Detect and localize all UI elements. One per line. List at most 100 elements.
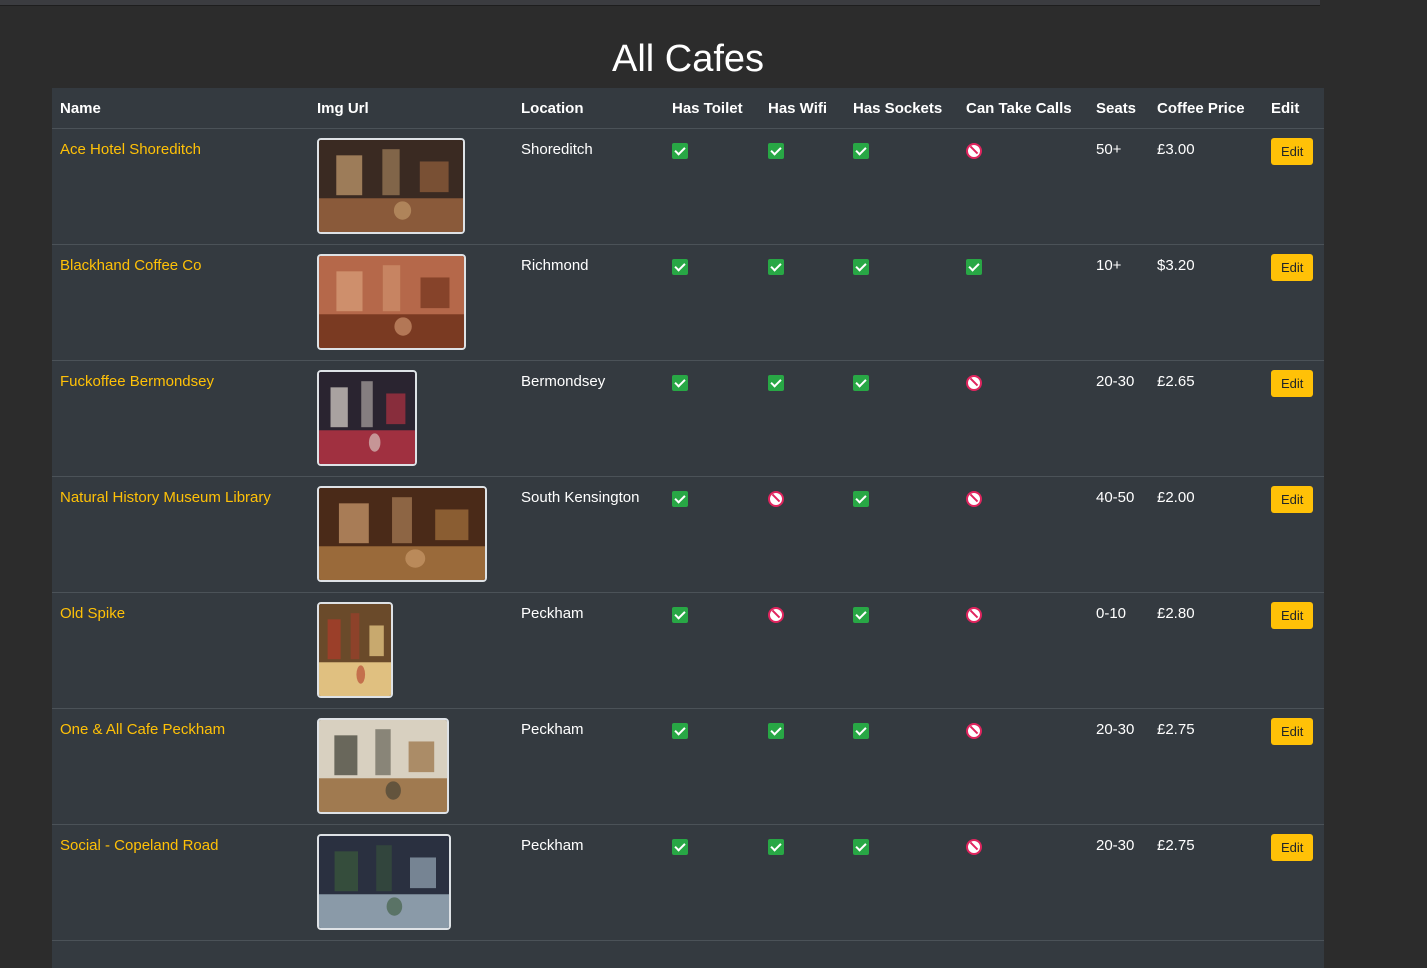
cell-coffee-price: £3.00 bbox=[1149, 128, 1263, 245]
cell-img bbox=[309, 592, 513, 709]
check-icon bbox=[768, 375, 784, 391]
no-entry-icon bbox=[768, 491, 784, 507]
cell-name: Blackhand Coffee Co bbox=[52, 244, 309, 361]
cell-has-wifi bbox=[760, 708, 845, 825]
cafe-name-link[interactable]: Natural History Museum Library bbox=[60, 489, 271, 506]
cell-img bbox=[309, 360, 513, 477]
no-entry-icon bbox=[966, 723, 982, 739]
cell-edit: Edit bbox=[1263, 824, 1324, 941]
cell-has-wifi bbox=[760, 592, 845, 709]
cafe-name-link[interactable]: One & All Cafe Peckham bbox=[60, 721, 225, 738]
cell-coffee-price: £2.75 bbox=[1149, 708, 1263, 825]
edit-button[interactable]: Edit bbox=[1271, 486, 1314, 513]
table-row: Social - Copeland Road Peckham 20-30 £2.75 E… bbox=[52, 824, 1324, 941]
cafe-name-link[interactable]: Old Spike bbox=[60, 605, 125, 622]
table-row: Blackhand Coffee Co Richmond 10+ $3.20 Edit bbox=[52, 244, 1324, 361]
cafe-thumbnail bbox=[317, 602, 393, 698]
header-name: Name bbox=[52, 88, 309, 129]
cafe-thumbnail bbox=[317, 834, 451, 930]
cell-location: South Kensington bbox=[513, 476, 664, 593]
cell-has-sockets bbox=[845, 824, 958, 941]
cell-has-sockets bbox=[845, 476, 958, 593]
no-entry-icon bbox=[768, 607, 784, 623]
check-icon bbox=[768, 259, 784, 275]
cell-name: Social - Copeland Road bbox=[52, 824, 309, 941]
cell-coffee-price: $3.20 bbox=[1149, 244, 1263, 361]
table-body: Ace Hotel Shoreditch Shoreditch 50+ £3.00 Ed… bbox=[52, 128, 1324, 941]
cell-edit: Edit bbox=[1263, 128, 1324, 245]
cell-has-wifi bbox=[760, 824, 845, 941]
cell-can-take-calls bbox=[958, 360, 1088, 477]
cafes-table-container: Name Img Url Location Has Toilet Has Wif… bbox=[52, 88, 1324, 968]
check-icon bbox=[672, 491, 688, 507]
cell-edit: Edit bbox=[1263, 708, 1324, 825]
cell-has-sockets bbox=[845, 592, 958, 709]
cell-has-toilet bbox=[664, 708, 760, 825]
header-seats: Seats bbox=[1088, 88, 1149, 129]
cafe-name-link[interactable]: Social - Copeland Road bbox=[60, 837, 218, 854]
edit-button[interactable]: Edit bbox=[1271, 254, 1314, 281]
header-coffee-price: Coffee Price bbox=[1149, 88, 1263, 129]
cell-has-toilet bbox=[664, 592, 760, 709]
cell-coffee-price: £2.75 bbox=[1149, 824, 1263, 941]
cell-location: Richmond bbox=[513, 244, 664, 361]
cafe-thumbnail bbox=[317, 486, 487, 582]
edit-button[interactable]: Edit bbox=[1271, 370, 1314, 397]
cell-has-toilet bbox=[664, 128, 760, 245]
edit-button[interactable]: Edit bbox=[1271, 718, 1314, 745]
cell-name: One & All Cafe Peckham bbox=[52, 708, 309, 825]
cell-has-toilet bbox=[664, 824, 760, 941]
cafe-thumbnail bbox=[317, 718, 449, 814]
cell-has-sockets bbox=[845, 244, 958, 361]
cafe-name-link[interactable]: Fuckoffee Bermondsey bbox=[60, 373, 214, 390]
cell-has-toilet bbox=[664, 360, 760, 477]
cafe-name-link[interactable]: Ace Hotel Shoreditch bbox=[60, 141, 201, 158]
table-row: Natural History Museum Library South Kens… bbox=[52, 476, 1324, 593]
cell-seats: 20-30 bbox=[1088, 360, 1149, 477]
check-icon bbox=[853, 607, 869, 623]
browser-top-edge bbox=[0, 0, 1427, 8]
header-has-toilet: Has Toilet bbox=[664, 88, 760, 129]
table-row: Old Spike Peckham 0-10 £2.80 Edit bbox=[52, 592, 1324, 709]
no-entry-icon bbox=[966, 143, 982, 159]
cell-can-take-calls bbox=[958, 244, 1088, 361]
check-icon bbox=[853, 839, 869, 855]
table-row: One & All Cafe Peckham Peckham 20-30 £2.75 E… bbox=[52, 708, 1324, 825]
table-row: Ace Hotel Shoreditch Shoreditch 50+ £3.00 Ed… bbox=[52, 128, 1324, 245]
edit-button[interactable]: Edit bbox=[1271, 602, 1314, 629]
cell-can-take-calls bbox=[958, 476, 1088, 593]
cell-location: Shoreditch bbox=[513, 128, 664, 245]
cell-location: Peckham bbox=[513, 824, 664, 941]
cell-can-take-calls bbox=[958, 592, 1088, 709]
cell-seats: 20-30 bbox=[1088, 824, 1149, 941]
cell-has-wifi bbox=[760, 128, 845, 245]
table-header-row: Name Img Url Location Has Toilet Has Wif… bbox=[52, 88, 1324, 129]
cell-edit: Edit bbox=[1263, 360, 1324, 477]
check-icon bbox=[672, 143, 688, 159]
check-icon bbox=[853, 491, 869, 507]
cafe-name-link[interactable]: Blackhand Coffee Co bbox=[60, 257, 201, 274]
header-edit: Edit bbox=[1263, 88, 1324, 129]
page-title: All Cafes bbox=[611, 38, 765, 80]
check-icon bbox=[768, 839, 784, 855]
cell-seats: 10+ bbox=[1088, 244, 1149, 361]
cell-seats: 50+ bbox=[1088, 128, 1149, 245]
cafes-table: Name Img Url Location Has Toilet Has Wif… bbox=[52, 88, 1324, 941]
cell-seats: 0-10 bbox=[1088, 592, 1149, 709]
header-has-wifi: Has Wifi bbox=[760, 88, 845, 129]
cell-has-wifi bbox=[760, 360, 845, 477]
no-entry-icon bbox=[966, 375, 982, 391]
edit-button[interactable]: Edit bbox=[1271, 834, 1314, 861]
check-icon bbox=[672, 607, 688, 623]
cell-has-sockets bbox=[845, 360, 958, 477]
cell-seats: 20-30 bbox=[1088, 708, 1149, 825]
cell-name: Fuckoffee Bermondsey bbox=[52, 360, 309, 477]
cell-edit: Edit bbox=[1263, 476, 1324, 593]
cell-name: Ace Hotel Shoreditch bbox=[52, 128, 309, 245]
cell-location: Peckham bbox=[513, 592, 664, 709]
cell-can-take-calls bbox=[958, 128, 1088, 245]
edit-button[interactable]: Edit bbox=[1271, 138, 1314, 165]
cafe-thumbnail bbox=[317, 138, 465, 234]
cell-has-wifi bbox=[760, 476, 845, 593]
cell-img bbox=[309, 476, 513, 593]
